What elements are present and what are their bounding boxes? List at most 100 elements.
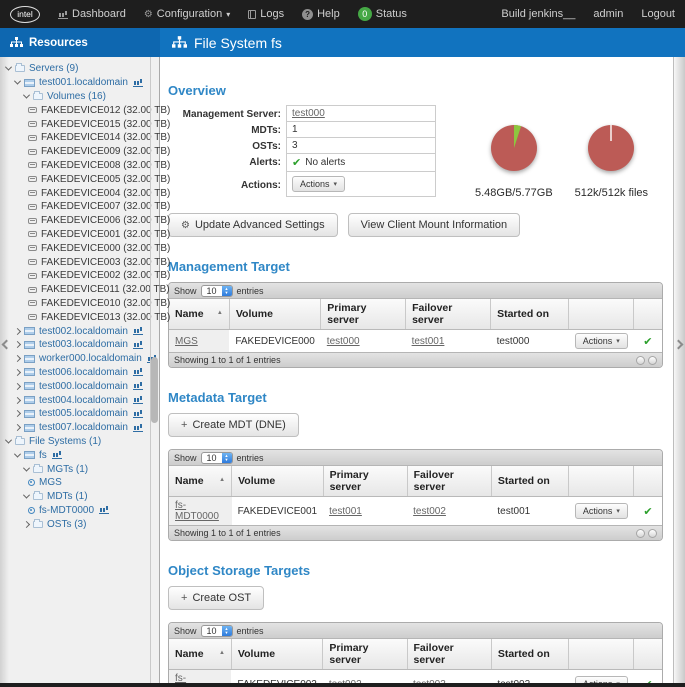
tree-item[interactable]: FAKEDEVICE006 (32.00 TB) — [0, 214, 159, 228]
failover-server-link[interactable]: test003 — [413, 679, 446, 684]
nav-configuration[interactable]: ⚙ Configuration ▾ — [144, 8, 230, 20]
collapse-left-handle[interactable] — [0, 57, 9, 683]
tree-item[interactable]: FAKEDEVICE005 (32.00 TB) — [0, 172, 159, 186]
column-header-volume[interactable]: Volume — [229, 299, 320, 330]
tree-caret-icon[interactable] — [23, 92, 30, 99]
page-size-select[interactable]: 10 ▲▼ — [201, 285, 233, 297]
tree-caret-icon[interactable] — [14, 341, 21, 348]
chart-link-icon[interactable] — [52, 451, 62, 459]
nav-help[interactable]: ? Help — [302, 8, 340, 20]
update-advanced-settings-button[interactable]: ⚙ Update Advanced Settings — [168, 213, 338, 237]
intel-logo[interactable]: intel — [10, 6, 40, 23]
chart-link-icon[interactable] — [99, 506, 109, 514]
column-header-name[interactable]: Name▲ — [169, 466, 232, 497]
column-header-primary[interactable]: Primary server — [323, 639, 407, 670]
nav-logs[interactable]: Logs — [248, 8, 284, 20]
tree-item-label[interactable]: Servers (9) — [29, 63, 78, 74]
tree-item-label[interactable]: MDTs (1) — [47, 491, 88, 502]
tree-item-label[interactable]: Volumes (16) — [47, 91, 106, 102]
user-menu[interactable]: admin — [593, 8, 623, 20]
tree-caret-icon[interactable] — [14, 355, 21, 362]
column-header-volume[interactable]: Volume — [232, 466, 323, 497]
tree-item-label[interactable]: test002.localdomain — [39, 326, 128, 337]
chart-link-icon[interactable] — [133, 382, 143, 390]
tree-caret-icon[interactable] — [14, 78, 21, 85]
collapse-right-handle[interactable] — [673, 57, 685, 683]
tree-item[interactable]: FAKEDEVICE010 (32.00 TB) — [0, 297, 159, 311]
tree-caret-icon[interactable] — [14, 450, 21, 457]
target-link[interactable]: fs-OST0000 — [175, 673, 218, 683]
column-header-primary[interactable]: Primary server — [323, 466, 407, 497]
tree-item[interactable]: MGS — [0, 476, 159, 490]
tree-item[interactable]: Volumes (16) — [0, 90, 159, 104]
chart-link-icon[interactable] — [133, 79, 143, 87]
create-ost-button[interactable]: + Create OST — [168, 586, 264, 610]
tree-item-label[interactable]: fs-MDT0000 — [39, 505, 94, 516]
tree-item[interactable]: FAKEDEVICE014 (32.00 TB) — [0, 131, 159, 145]
tree-item-label[interactable]: fs — [39, 450, 47, 461]
page-size-select[interactable]: 10 ▲▼ — [201, 452, 233, 464]
logout-link[interactable]: Logout — [641, 8, 675, 20]
tree-item[interactable]: fs-MDT0000 — [0, 504, 159, 518]
column-header-volume[interactable]: Volume — [231, 639, 322, 670]
chart-link-icon[interactable] — [133, 341, 143, 349]
tree-caret-icon[interactable] — [23, 492, 30, 499]
tree-item[interactable]: worker000.localdomain — [0, 352, 159, 366]
tree-item[interactable]: OSTs (3) — [0, 517, 159, 531]
tree-caret-icon[interactable] — [14, 424, 21, 431]
tree-item-label[interactable]: test006.localdomain — [39, 367, 128, 378]
chart-link-icon[interactable] — [133, 410, 143, 418]
column-header-failover[interactable]: Failover server — [407, 466, 491, 497]
tree-caret-icon[interactable] — [14, 383, 21, 390]
tree-item[interactable]: Servers (9) — [0, 62, 159, 76]
tree-item[interactable]: FAKEDEVICE015 (32.00 TB) — [0, 117, 159, 131]
chart-link-icon[interactable] — [133, 368, 143, 376]
primary-server-link[interactable]: test000 — [327, 336, 360, 347]
view-client-mount-button[interactable]: View Client Mount Information — [348, 213, 521, 237]
sidebar-scroll-thumb[interactable] — [151, 357, 158, 423]
tree-caret-icon[interactable] — [14, 327, 21, 334]
overview-actions-button[interactable]: Actions ▾ — [292, 176, 345, 192]
tree-item[interactable]: fs — [0, 448, 159, 462]
primary-server-link[interactable]: test001 — [329, 506, 362, 517]
tree-item-label[interactable]: File Systems (1) — [29, 436, 101, 447]
tree-caret-icon[interactable] — [14, 410, 21, 417]
primary-server-link[interactable]: test002 — [329, 679, 362, 684]
target-link[interactable]: MGS — [175, 336, 198, 347]
tree-caret-icon[interactable] — [14, 396, 21, 403]
target-link[interactable]: fs-MDT0000 — [175, 500, 219, 522]
row-actions-button[interactable]: Actions▾ — [575, 676, 628, 683]
tree-item-label[interactable]: OSTs (3) — [47, 519, 86, 530]
chart-link-icon[interactable] — [133, 396, 143, 404]
page-size-select[interactable]: 10 ▲▼ — [201, 625, 233, 637]
tree-item[interactable]: test007.localdomain — [0, 421, 159, 435]
page-next-button[interactable] — [648, 529, 657, 538]
tree-item-label[interactable]: test005.localdomain — [39, 408, 128, 419]
tree-item-label[interactable]: test000.localdomain — [39, 381, 128, 392]
tree-item[interactable]: File Systems (1) — [0, 435, 159, 449]
tree-item-label[interactable]: test001.localdomain — [39, 77, 128, 88]
tree-item[interactable]: FAKEDEVICE002 (32.00 TB) — [0, 269, 159, 283]
tree-item-label[interactable]: MGTs (1) — [47, 464, 88, 475]
page-prev-button[interactable] — [636, 529, 645, 538]
management-server-link[interactable]: test000 — [292, 108, 325, 119]
tree-item[interactable]: test005.localdomain — [0, 407, 159, 421]
tree-item[interactable]: FAKEDEVICE000 (32.00 TB) — [0, 241, 159, 255]
page-prev-button[interactable] — [636, 356, 645, 365]
tree-item[interactable]: FAKEDEVICE001 (32.00 TB) — [0, 228, 159, 242]
tree-item[interactable]: FAKEDEVICE008 (32.00 TB) — [0, 159, 159, 173]
tree-item[interactable]: test003.localdomain — [0, 338, 159, 352]
tree-item[interactable]: FAKEDEVICE011 (32.00 TB) — [0, 283, 159, 297]
column-header-primary[interactable]: Primary server — [321, 299, 406, 330]
chart-link-icon[interactable] — [133, 424, 143, 432]
tree-item-label[interactable]: test004.localdomain — [39, 395, 128, 406]
tree-item[interactable]: test000.localdomain — [0, 379, 159, 393]
tree-caret-icon[interactable] — [23, 464, 30, 471]
tree-item-label[interactable]: test007.localdomain — [39, 422, 128, 433]
nav-dashboard[interactable]: Dashboard — [58, 8, 126, 20]
row-actions-button[interactable]: Actions▾ — [575, 333, 628, 349]
column-header-failover[interactable]: Failover server — [407, 639, 491, 670]
tree-item[interactable]: FAKEDEVICE012 (32.00 TB) — [0, 103, 159, 117]
tree-item[interactable]: FAKEDEVICE009 (32.00 TB) — [0, 145, 159, 159]
column-header-started[interactable]: Started on — [491, 466, 568, 497]
